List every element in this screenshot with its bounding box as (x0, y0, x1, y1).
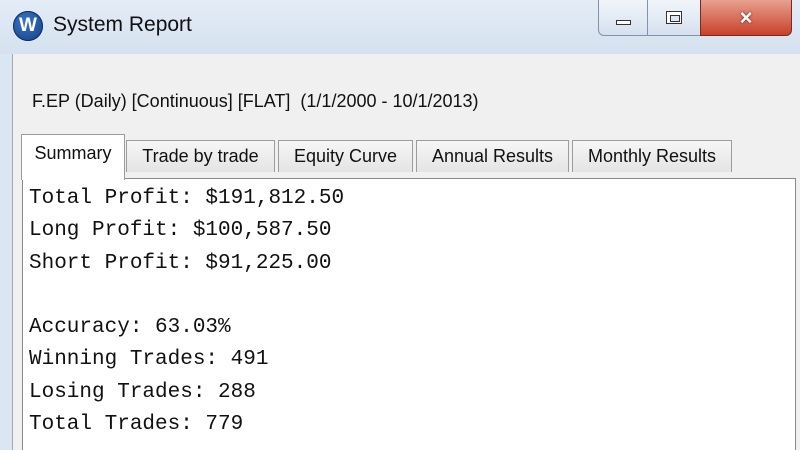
long-profit: Long Profit: $100,587.50 (29, 219, 332, 243)
summary-panel[interactable]: Total Profit: $191,812.50 Long Profit: $… (22, 178, 796, 450)
maximize-button[interactable] (647, 0, 701, 36)
maximize-icon (666, 11, 682, 24)
system-report-window: W System Report × F.EP (Daily) [Continuo… (0, 0, 800, 450)
tab-summary[interactable]: Summary (21, 134, 125, 180)
window-title: System Report (53, 13, 192, 36)
total-profit: Total Profit: $191,812.50 (29, 187, 345, 210)
app-logo-icon: W (13, 11, 43, 41)
title-bar[interactable]: W System Report × (0, 0, 800, 54)
minimize-button[interactable] (598, 0, 648, 36)
tab-equity-curve[interactable]: Equity Curve (278, 140, 413, 172)
tab-strip: Summary Trade by trade Equity Curve Annu… (13, 134, 800, 180)
total-trades: Total Trades: 779 (29, 413, 244, 437)
losing-trades: Losing Trades: 288 (29, 380, 256, 404)
summary-text: Total Profit: $191,812.50 Long Profit: $… (29, 183, 344, 441)
close-icon: × (739, 4, 753, 30)
accuracy: Accuracy: 63.03% (29, 316, 231, 340)
client-area: F.EP (Daily) [Continuous] [FLAT] (1/1/20… (12, 54, 800, 450)
minimize-icon (615, 20, 631, 25)
short-profit: Short Profit: $91,225.00 (29, 251, 332, 275)
tab-trade-by-trade[interactable]: Trade by trade (126, 140, 275, 172)
tab-annual-results[interactable]: Annual Results (416, 140, 569, 172)
report-header: F.EP (Daily) [Continuous] [FLAT] (1/1/20… (32, 91, 479, 111)
winning-trades: Winning Trades: 491 (29, 348, 269, 372)
close-button[interactable]: × (700, 0, 792, 36)
tab-monthly-results[interactable]: Monthly Results (572, 140, 732, 172)
